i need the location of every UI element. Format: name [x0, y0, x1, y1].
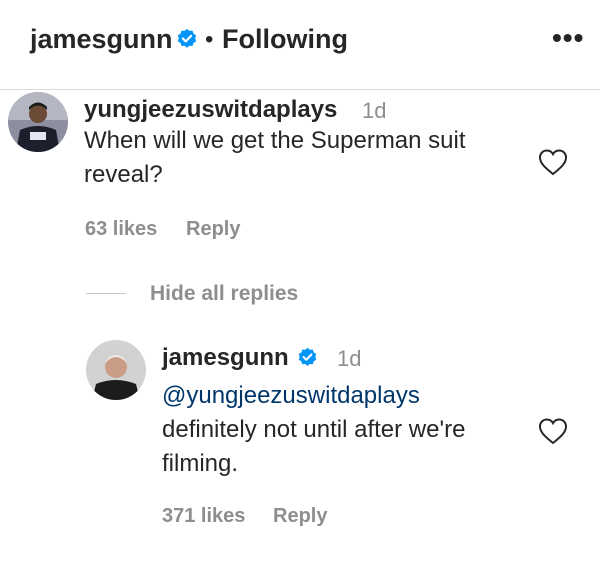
comment-text: When will we get the Superman suit revea…: [84, 124, 466, 192]
comment-text-line: reveal?: [84, 161, 163, 188]
comment-username[interactable]: yungjeezuswitdaplays: [84, 96, 337, 124]
comment-reply-button[interactable]: Reply: [186, 218, 240, 241]
reply-timestamp: 1d: [337, 346, 362, 371]
avatar-image-icon: [86, 340, 146, 400]
reply-reply-button[interactable]: Reply: [273, 505, 327, 528]
comment-likes-count[interactable]: 63 likes: [85, 218, 157, 241]
reply-text-line: filming.: [162, 450, 239, 477]
verified-badge-icon: [177, 28, 197, 48]
header-username[interactable]: jamesgunn: [30, 24, 173, 55]
comment-text-line: When will we get the Superman suit: [84, 127, 466, 154]
hide-replies-button[interactable]: Hide all replies: [150, 282, 298, 306]
post-header: jamesgunn • Following •••: [0, 0, 600, 90]
reply-likes-count[interactable]: 371 likes: [162, 505, 245, 528]
comment-timestamp: 1d: [362, 98, 387, 123]
following-button[interactable]: Following: [222, 24, 348, 55]
comment-avatar[interactable]: [8, 92, 68, 152]
reply-text: @yungjeezuswitdaplays definitely not unt…: [162, 379, 465, 481]
reply-text-line: definitely not until after we're: [162, 416, 466, 443]
heart-outline-icon[interactable]: [537, 416, 569, 446]
reply-mention-link[interactable]: @yungjeezuswitdaplays: [162, 379, 465, 413]
replies-divider: [86, 293, 126, 294]
verified-badge-icon: [298, 347, 317, 366]
avatar-image-icon: [8, 92, 68, 152]
reply-username[interactable]: jamesgunn: [162, 344, 289, 372]
more-horizontal-icon[interactable]: •••: [552, 22, 584, 54]
header-separator: •: [205, 26, 214, 53]
heart-outline-icon[interactable]: [537, 147, 569, 177]
reply-avatar[interactable]: [86, 340, 146, 400]
